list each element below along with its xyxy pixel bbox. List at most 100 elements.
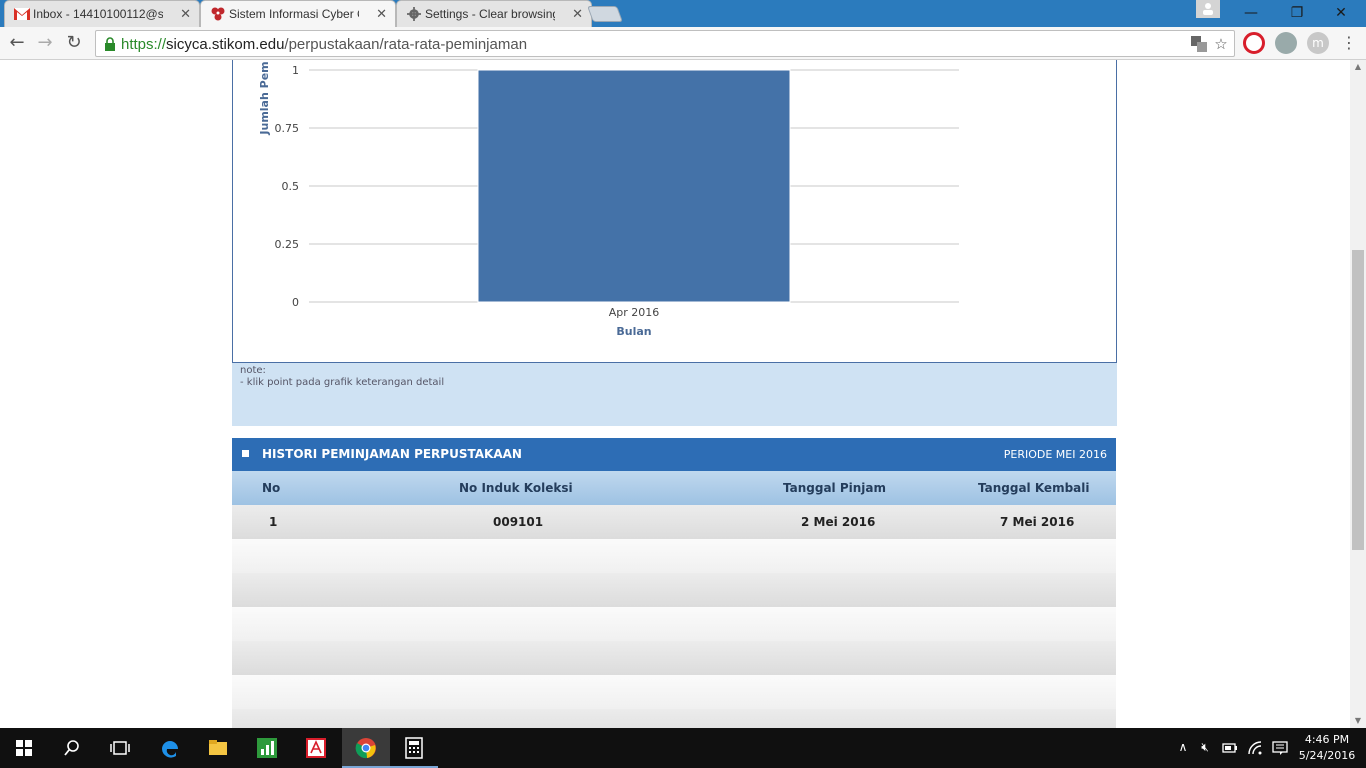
url-text: https://sicyca.stikom.edu/perpustakaan/r… (121, 36, 527, 53)
table-row-empty (232, 539, 1116, 573)
table-row-empty (232, 573, 1116, 607)
cell-tanggal-kembali: 7 Mei 2016 (1000, 515, 1075, 529)
history-title: HISTORI PEMINJAMAN PERPUSTAKAAN (262, 447, 522, 461)
task-view-button[interactable] (96, 728, 144, 768)
col-tanggal-pinjam: Tanggal Pinjam (783, 481, 887, 495)
opera-extension-icon[interactable] (1243, 32, 1265, 54)
bullet-icon (242, 450, 249, 457)
gear-icon (407, 7, 421, 21)
note-box: note: - klik point pada grafik keteranga… (232, 363, 1117, 426)
menu-icon[interactable]: ⋮ (1338, 32, 1360, 54)
taskbar-file-explorer[interactable] (194, 728, 242, 768)
bar-chart: 0 0.25 0.5 0.75 1 Apr 2016 Bulan Jumlah Pem (258, 61, 959, 338)
minimize-button[interactable]: — (1228, 1, 1274, 25)
gmail-icon (14, 8, 30, 20)
y-tick-label: 0.25 (275, 238, 300, 251)
extension-globe-icon[interactable] (1275, 32, 1297, 54)
taskbar-edge[interactable] (146, 728, 194, 768)
table-row-empty (232, 709, 1116, 728)
taskbar-chart-app[interactable] (243, 728, 291, 768)
extension-m-icon[interactable]: m (1307, 32, 1329, 54)
taskbar-pdf-reader[interactable] (292, 728, 340, 768)
bar[interactable] (477, 69, 791, 303)
note-item: - klik point pada grafik keterangan deta… (240, 377, 445, 388)
tab-sicyca[interactable]: Sistem Informasi Cyber Ca ✕ (200, 0, 396, 27)
calculator-icon (405, 737, 423, 759)
search-button[interactable] (48, 728, 96, 768)
close-window-button[interactable]: ✕ (1318, 1, 1364, 25)
tab-title: Settings - Clear browsing (425, 7, 555, 21)
wifi-icon[interactable] (1247, 740, 1263, 756)
table-row-empty (232, 675, 1116, 709)
col-no-induk: No Induk Koleksi (459, 481, 573, 495)
history-header: HISTORI PEMINJAMAN PERPUSTAKAAN PERIODE … (232, 438, 1116, 471)
restore-button[interactable]: ❐ (1274, 1, 1320, 25)
tab-title: Inbox - 14410100112@sti (33, 7, 163, 21)
table-header: No No Induk Koleksi Tanggal Pinjam Tangg… (232, 471, 1116, 505)
new-tab-button[interactable] (587, 6, 623, 22)
url-host: sicyca.stikom.edu (166, 36, 285, 53)
chart-container: 0 0.25 0.5 0.75 1 Apr 2016 Bulan Jumlah Pem (232, 60, 1117, 363)
close-icon[interactable]: ✕ (572, 6, 583, 22)
taskbar: ∧ 🔇︎ 4:46 PM 5/24/2016 (0, 728, 1366, 768)
cell-no: 1 (269, 515, 278, 529)
url-scheme: https:// (121, 36, 167, 53)
notifications-icon[interactable] (1272, 740, 1288, 756)
cell-tanggal-pinjam: 2 Mei 2016 (801, 515, 876, 529)
windows-logo-icon (16, 740, 32, 756)
y-tick-label: 0.5 (282, 180, 300, 193)
y-tick-label: 0 (292, 296, 299, 309)
clock-time: 4:46 PM (1304, 733, 1350, 746)
taskbar-chrome[interactable] (342, 728, 390, 768)
page-content: 0 0.25 0.5 0.75 1 Apr 2016 Bulan Jumlah Pem not… (0, 60, 1350, 728)
periode-label: PERIODE MEI 2016 (1003, 448, 1107, 461)
browser-toolbar: ← → ↻ https://sicyca.stikom.edu/perpusta… (0, 27, 1366, 60)
tab-inbox[interactable]: Inbox - 14410100112@sti ✕ (4, 0, 200, 27)
sicyca-logo-icon (211, 7, 225, 21)
scroll-down-icon[interactable]: ▼ (1350, 714, 1366, 728)
edge-browser-icon (162, 741, 178, 758)
note-label: note: (240, 365, 266, 376)
title-bar: Inbox - 14410100112@sti ✕ Sistem Informa… (0, 0, 1366, 27)
forward-arrow-icon[interactable]: → (34, 32, 56, 54)
vertical-scrollbar[interactable]: ▲ ▼ (1350, 60, 1366, 728)
scroll-thumb[interactable] (1352, 250, 1364, 550)
y-axis-label: Jumlah Pem (258, 61, 271, 135)
close-icon[interactable]: ✕ (376, 6, 387, 22)
back-arrow-icon[interactable]: ← (6, 32, 28, 54)
cell-no-induk: 009101 (493, 515, 544, 529)
reload-icon[interactable]: ↻ (63, 32, 85, 54)
address-bar[interactable]: https://sicyca.stikom.edu/perpustakaan/r… (95, 30, 1235, 57)
start-button[interactable] (0, 728, 48, 768)
table-row-empty (232, 641, 1116, 675)
chrome-icon (355, 738, 376, 759)
translate-icon[interactable] (1190, 35, 1208, 53)
volume-muted-icon[interactable]: 🔇︎ (1197, 740, 1213, 756)
col-no: No (262, 481, 281, 495)
user-profile-icon[interactable] (1196, 0, 1220, 18)
table-row: 1 009101 2 Mei 2016 7 Mei 2016 (232, 505, 1116, 539)
taskbar-calculator[interactable] (390, 728, 438, 768)
lock-icon (105, 37, 115, 51)
task-view-icon (110, 741, 130, 755)
y-tick-label: 1 (292, 64, 299, 77)
chevron-up-icon[interactable]: ∧ (1175, 740, 1191, 756)
y-tick-label: 0.75 (275, 122, 300, 135)
x-tick-label: Apr 2016 (609, 306, 660, 319)
tab-settings[interactable]: Settings - Clear browsing ✕ (396, 0, 592, 27)
table-row-empty (232, 607, 1116, 641)
scroll-up-icon[interactable]: ▲ (1350, 60, 1366, 74)
col-tanggal-kembali: Tanggal Kembali (978, 481, 1090, 495)
folder-icon (209, 740, 227, 755)
url-path: /perpustakaan/rata-rata-peminjaman (284, 36, 528, 53)
battery-icon[interactable] (1222, 740, 1238, 756)
tab-title: Sistem Informasi Cyber Ca (229, 7, 359, 21)
x-axis-label: Bulan (616, 325, 651, 338)
bookmark-star-icon[interactable]: ☆ (1212, 35, 1230, 53)
clock-date: 5/24/2016 (1298, 749, 1356, 762)
close-icon[interactable]: ✕ (180, 6, 191, 22)
system-clock[interactable]: 4:46 PM 5/24/2016 (1297, 732, 1357, 764)
pdf-icon (306, 738, 326, 758)
search-icon (64, 740, 79, 756)
chart-app-icon (257, 738, 277, 758)
